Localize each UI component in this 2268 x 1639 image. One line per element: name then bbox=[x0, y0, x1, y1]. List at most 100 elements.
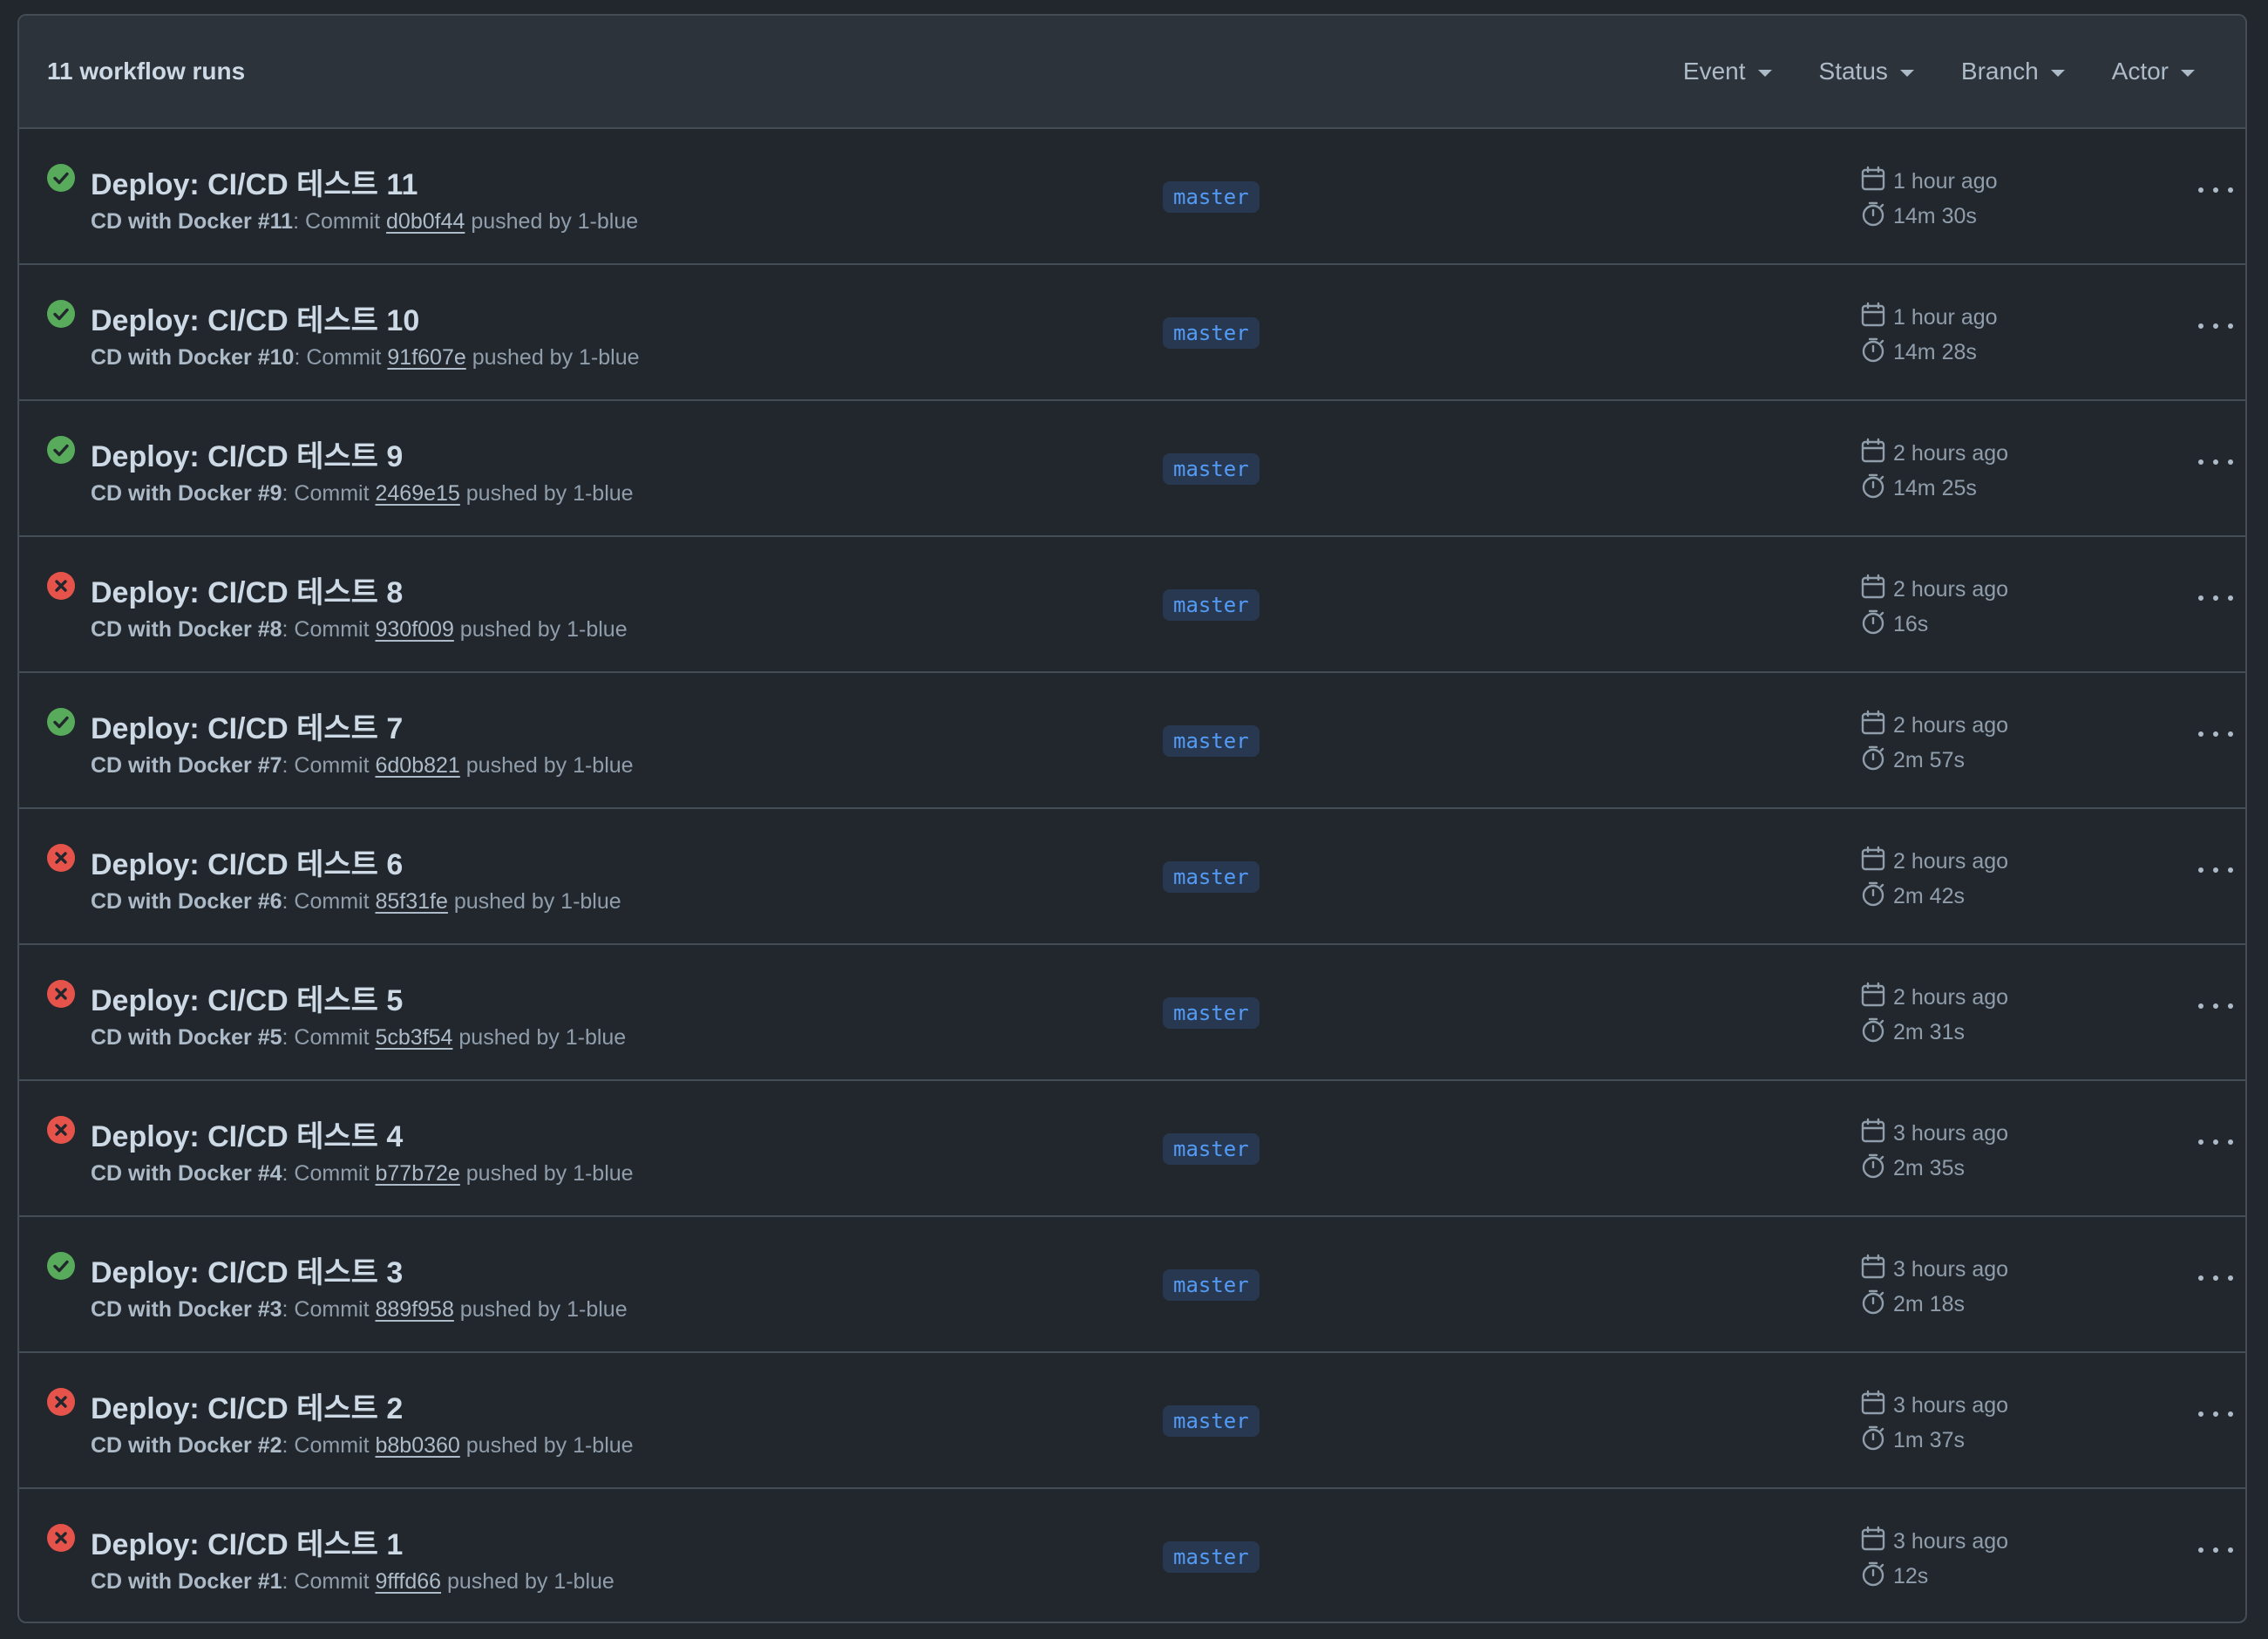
actor-name: 1-blue bbox=[573, 753, 634, 778]
run-subtitle: CD with Docker #8: Commit 930f009 pushed… bbox=[91, 617, 628, 642]
stopwatch-icon bbox=[1860, 609, 1893, 641]
workflow-run-row[interactable]: Deploy: CI/CD 테스트 3 CD with Docker #3: Co… bbox=[19, 1217, 2245, 1353]
kebab-menu-icon[interactable] bbox=[2198, 727, 2233, 741]
commit-sha-link[interactable]: b77b72e bbox=[375, 1161, 459, 1186]
commit-sha-link[interactable]: 889f958 bbox=[375, 1297, 453, 1322]
workflow-run-row[interactable]: Deploy: CI/CD 테스트 4 CD with Docker #4: Co… bbox=[19, 1081, 2245, 1217]
run-title-link[interactable]: Deploy: CI/CD 테스트 2 bbox=[91, 1384, 403, 1427]
actor-filter[interactable]: Actor bbox=[2112, 58, 2195, 85]
run-title-link[interactable]: Deploy: CI/CD 테스트 8 bbox=[91, 568, 403, 611]
kebab-menu-icon[interactable] bbox=[2198, 591, 2233, 605]
workflow-name: CD with Docker bbox=[91, 617, 252, 642]
kebab-menu-icon[interactable] bbox=[2198, 1407, 2233, 1421]
branch-filter[interactable]: Branch bbox=[1961, 58, 2065, 85]
run-subtitle: CD with Docker #5: Commit 5cb3f54 pushed… bbox=[91, 1025, 627, 1050]
kebab-menu-icon[interactable] bbox=[2198, 319, 2233, 333]
calendar-icon bbox=[1860, 1254, 1893, 1286]
workflow-run-row[interactable]: Deploy: CI/CD 테스트 9 CD with Docker #9: Co… bbox=[19, 401, 2245, 537]
workflow-run-row[interactable]: Deploy: CI/CD 테스트 11 CD with Docker #11: … bbox=[19, 129, 2245, 265]
run-title-link[interactable]: Deploy: CI/CD 테스트 10 bbox=[91, 296, 419, 339]
kebab-menu-icon[interactable] bbox=[2198, 1271, 2233, 1285]
actor-name: 1-blue bbox=[553, 1569, 615, 1594]
kebab-menu-icon[interactable] bbox=[2198, 1543, 2233, 1557]
branch-label[interactable]: master bbox=[1163, 317, 1260, 349]
run-title-link[interactable]: Deploy: CI/CD 테스트 6 bbox=[91, 840, 403, 883]
commit-sha-link[interactable]: 930f009 bbox=[375, 617, 453, 642]
workflow-run-row[interactable]: Deploy: CI/CD 테스트 7 CD with Docker #7: Co… bbox=[19, 673, 2245, 809]
x-circle-icon bbox=[47, 1116, 75, 1144]
workflow-run-row[interactable]: Deploy: CI/CD 테스트 5 CD with Docker #5: Co… bbox=[19, 945, 2245, 1081]
workflow-name: CD with Docker bbox=[91, 753, 252, 778]
event-filter[interactable]: Event bbox=[1683, 58, 1772, 85]
branch-label[interactable]: master bbox=[1163, 1133, 1260, 1165]
kebab-menu-icon[interactable] bbox=[2198, 183, 2233, 197]
workflow-name: CD with Docker bbox=[91, 209, 252, 234]
run-duration: 2m 42s bbox=[1893, 883, 1965, 908]
run-title-link[interactable]: Deploy: CI/CD 테스트 11 bbox=[91, 160, 418, 203]
workflow-name: CD with Docker bbox=[91, 481, 252, 506]
caret-down-icon bbox=[2050, 69, 2065, 77]
actor-name: 1-blue bbox=[567, 1297, 628, 1322]
run-count: 11 workflow runs bbox=[47, 58, 246, 85]
run-time: 1 hour ago bbox=[1893, 168, 1998, 194]
workflow-run-row[interactable]: Deploy: CI/CD 테스트 2 CD with Docker #2: Co… bbox=[19, 1353, 2245, 1489]
calendar-icon bbox=[1860, 166, 1893, 198]
run-subtitle: CD with Docker #2: Commit b8b0360 pushed… bbox=[91, 1433, 634, 1458]
stopwatch-icon bbox=[1860, 745, 1893, 777]
commit-sha-link[interactable]: 9fffd66 bbox=[375, 1569, 441, 1594]
run-meta: 2 hours ago 2m 42s bbox=[1860, 844, 2008, 914]
commit-sha-link[interactable]: 91f607e bbox=[387, 345, 465, 370]
kebab-menu-icon[interactable] bbox=[2198, 1135, 2233, 1149]
run-title-link[interactable]: Deploy: CI/CD 테스트 3 bbox=[91, 1248, 403, 1291]
run-duration: 2m 31s bbox=[1893, 1019, 1965, 1044]
kebab-menu-icon[interactable] bbox=[2198, 999, 2233, 1013]
actor-name: 1-blue bbox=[573, 481, 634, 506]
run-title-link[interactable]: Deploy: CI/CD 테스트 7 bbox=[91, 704, 403, 747]
branch-label[interactable]: master bbox=[1163, 861, 1260, 893]
commit-sha-link[interactable]: 5cb3f54 bbox=[375, 1025, 452, 1050]
commit-sha-link[interactable]: d0b0f44 bbox=[386, 209, 465, 234]
runs-header: 11 workflow runs Event Status Branch Act… bbox=[19, 16, 2245, 129]
workflow-run-row[interactable]: Deploy: CI/CD 테스트 8 CD with Docker #8: Co… bbox=[19, 537, 2245, 673]
run-title-link[interactable]: Deploy: CI/CD 테스트 5 bbox=[91, 976, 403, 1019]
actor-name: 1-blue bbox=[560, 889, 621, 914]
branch-label[interactable]: master bbox=[1163, 1405, 1260, 1437]
status-filter-label: Status bbox=[1818, 58, 1888, 85]
workflow-run-row[interactable]: Deploy: CI/CD 테스트 10 CD with Docker #10: … bbox=[19, 265, 2245, 401]
caret-down-icon bbox=[1899, 69, 1914, 77]
workflow-name: CD with Docker bbox=[91, 1433, 252, 1458]
run-subtitle: CD with Docker #9: Commit 2469e15 pushed… bbox=[91, 481, 634, 506]
run-meta: 2 hours ago 14m 25s bbox=[1860, 436, 2008, 506]
run-title-link[interactable]: Deploy: CI/CD 테스트 9 bbox=[91, 432, 403, 475]
workflow-run-row[interactable]: Deploy: CI/CD 테스트 6 CD with Docker #6: Co… bbox=[19, 809, 2245, 945]
commit-sha-link[interactable]: 2469e15 bbox=[375, 481, 459, 506]
run-time: 3 hours ago bbox=[1893, 1256, 2009, 1282]
branch-label[interactable]: master bbox=[1163, 997, 1260, 1029]
status-filter[interactable]: Status bbox=[1819, 58, 1914, 85]
commit-sha-link[interactable]: 6d0b821 bbox=[375, 753, 459, 778]
commit-sha-link[interactable]: 85f31fe bbox=[375, 889, 447, 914]
kebab-menu-icon[interactable] bbox=[2198, 455, 2233, 469]
commit-sha-link[interactable]: b8b0360 bbox=[375, 1433, 459, 1458]
branch-label[interactable]: master bbox=[1163, 589, 1260, 621]
run-title-link[interactable]: Deploy: CI/CD 테스트 1 bbox=[91, 1520, 403, 1563]
calendar-icon bbox=[1860, 710, 1893, 742]
run-duration: 14m 28s bbox=[1893, 339, 1977, 364]
branch-label[interactable]: master bbox=[1163, 453, 1260, 485]
workflow-name: CD with Docker bbox=[91, 1025, 252, 1050]
check-circle-icon bbox=[47, 708, 75, 736]
branch-label[interactable]: master bbox=[1163, 1541, 1260, 1573]
run-subtitle: CD with Docker #11: Commit d0b0f44 pushe… bbox=[91, 209, 639, 234]
run-number: #2 bbox=[257, 1433, 282, 1458]
calendar-icon bbox=[1860, 1118, 1893, 1150]
branch-label[interactable]: master bbox=[1163, 725, 1260, 757]
branch-label[interactable]: master bbox=[1163, 1269, 1260, 1301]
kebab-menu-icon[interactable] bbox=[2198, 863, 2233, 877]
run-number: #11 bbox=[257, 209, 294, 234]
run-title-link[interactable]: Deploy: CI/CD 테스트 4 bbox=[91, 1112, 403, 1155]
event-filter-label: Event bbox=[1682, 58, 1746, 85]
filter-bar: Event Status Branch Actor bbox=[1636, 58, 2217, 85]
branch-label[interactable]: master bbox=[1163, 181, 1260, 213]
workflow-run-row[interactable]: Deploy: CI/CD 테스트 1 CD with Docker #1: Co… bbox=[19, 1489, 2245, 1622]
stopwatch-icon bbox=[1860, 201, 1893, 233]
